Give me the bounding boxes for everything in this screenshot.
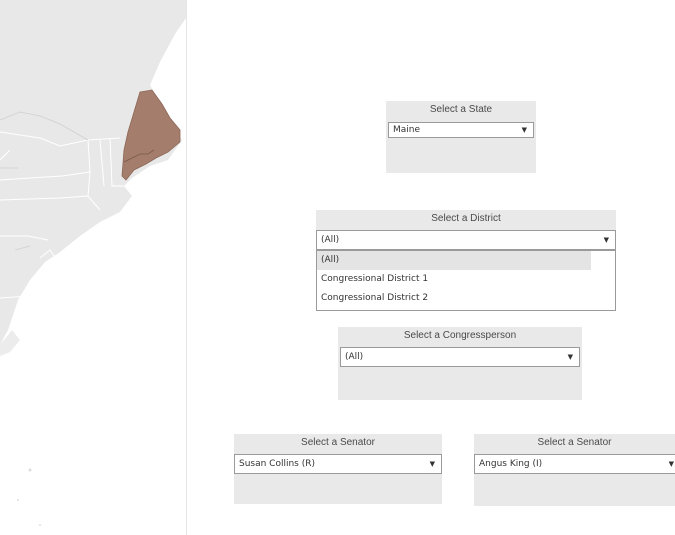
district-select-value: (All) — [321, 235, 340, 245]
congressperson-filter: Select a Congressperson (All) ▼ — [338, 327, 582, 400]
state-select-value: Maine — [393, 125, 421, 135]
island — [39, 524, 41, 526]
state-select[interactable]: Maine ▼ — [388, 122, 534, 138]
us-map[interactable] — [0, 0, 186, 535]
caret-down-icon[interactable]: ▼ — [430, 455, 435, 473]
district-filter-title: Select a District — [431, 213, 501, 224]
senator-filter-2-title: Select a Senator — [537, 437, 612, 448]
island — [17, 499, 19, 501]
island — [28, 468, 32, 472]
state-filter-title: Select a State — [429, 104, 493, 115]
congressperson-select[interactable]: (All) ▼ — [340, 347, 580, 367]
senator-filter-1-title: Select a Senator — [301, 437, 375, 448]
senator-filter-1: Select a Senator Susan Collins (R) ▼ — [234, 434, 442, 504]
senator-filter-2: Select a Senator Angus King (I) ▼ — [474, 434, 675, 506]
district-select[interactable]: (All) ▼ — [316, 230, 616, 250]
district-filter: Select a District (All) ▼ — [316, 210, 616, 250]
caret-down-icon[interactable]: ▼ — [568, 348, 573, 366]
district-option-2[interactable]: Congressional District 2 — [317, 289, 615, 308]
district-option-1[interactable]: Congressional District 1 — [317, 270, 615, 289]
congressperson-filter-title: Select a Congressperson — [403, 330, 517, 341]
map-canvas — [0, 0, 186, 526]
caret-down-icon[interactable]: ▼ — [604, 231, 609, 249]
senator-select-1[interactable]: Susan Collins (R) ▼ — [234, 454, 442, 474]
caret-down-icon[interactable]: ▼ — [669, 455, 674, 473]
district-dropdown-list: (All) Congressional District 1 Congressi… — [316, 250, 616, 311]
state-filter: Select a State Maine ▼ — [386, 101, 536, 173]
caret-down-icon[interactable]: ▼ — [522, 123, 527, 137]
panel-divider — [186, 0, 187, 535]
district-option-all[interactable]: (All) — [317, 251, 591, 270]
land-area — [0, 0, 186, 345]
senator-select-1-value: Susan Collins (R) — [239, 459, 316, 469]
congressperson-select-value: (All) — [345, 352, 364, 362]
senator-select-2-value: Angus King (I) — [479, 459, 543, 469]
senator-select-2[interactable]: Angus King (I) ▼ — [474, 454, 675, 474]
